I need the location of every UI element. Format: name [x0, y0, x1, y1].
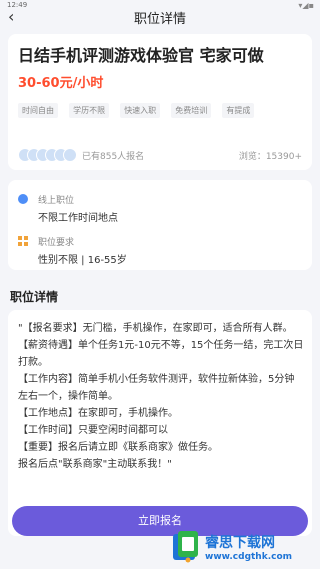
detail-line: 【薪资待遇】单个任务1元-10元不等，15个任务一结，完工次日打款。	[18, 340, 304, 368]
grid-icon	[18, 236, 28, 246]
job-title: 日结手机评测游戏体验官 宅家可做	[18, 46, 264, 65]
location-value: 不限工作时间地点	[38, 213, 118, 224]
job-tag: 有提成	[222, 103, 255, 118]
watermark-logo-icon	[173, 531, 198, 563]
detail-line: "【报名要求】无门槛，手机操作，在家即可，适合所有人群。	[18, 323, 293, 334]
detail-line: 【工作时间】只要空闲时间都可以	[18, 425, 168, 436]
avatar-group	[18, 146, 78, 162]
view-count: 浏览：15390+	[238, 152, 302, 162]
watermark: 睿思下载网 www.cdgthk.com	[171, 530, 316, 566]
section-title: 职位详情	[10, 290, 59, 304]
avatar	[63, 148, 77, 162]
job-summary-card: 日结手机评测游戏体验官 宅家可做 30-60元/小时 时间自由 学历不限 快速入…	[8, 34, 312, 170]
applicants-row: 已有855人报名 浏览：15390+	[18, 146, 302, 164]
salary: 30-60元/小时	[18, 76, 104, 91]
job-tags: 时间自由 学历不限 快速入职 免费培训 有提成	[18, 98, 308, 123]
job-detail-text: "【报名要求】无门槛，手机操作，在家即可，适合所有人群。 【薪资待遇】单个任务1…	[18, 320, 304, 473]
watermark-url: www.cdgthk.com	[205, 552, 293, 562]
nav-bar: ‹ 职位详情	[0, 8, 320, 30]
detail-line: 【工作地点】在家即可，手机操作。	[18, 408, 178, 419]
page-title: 职位详情	[133, 12, 186, 27]
detail-line: 【重要】报名后请立即《联系商家》做任务。	[18, 442, 218, 453]
applicant-count: 已有855人报名	[82, 152, 145, 162]
job-tag: 快速入职	[120, 103, 161, 118]
watermark-name: 睿思下载网	[205, 535, 275, 551]
detail-line: 【工作内容】简单手机小任务软件测评，软件拉新体验，5分钟左右一个，操作简单。	[18, 374, 295, 402]
requirement-value: 性别不限 | 16-55岁	[38, 255, 127, 266]
job-tag: 时间自由	[18, 103, 58, 118]
detail-line: 报名后点"联系商家"主动联系我！"	[18, 459, 172, 470]
requirement-label: 职位要求	[38, 238, 75, 248]
job-detail-card: "【报名要求】无门槛，手机操作，在家即可，适合所有人群。 【薪资待遇】单个任务1…	[8, 310, 312, 536]
location-label: 线上职位	[38, 196, 75, 206]
job-tag: 免费培训	[171, 103, 212, 118]
chevron-left-icon[interactable]: ‹	[8, 8, 14, 26]
job-info-card: 线上职位 不限工作时间地点 职位要求 性别不限 | 16-55岁	[8, 180, 312, 270]
job-tag: 学历不限	[69, 103, 110, 118]
clock-icon	[18, 194, 28, 204]
